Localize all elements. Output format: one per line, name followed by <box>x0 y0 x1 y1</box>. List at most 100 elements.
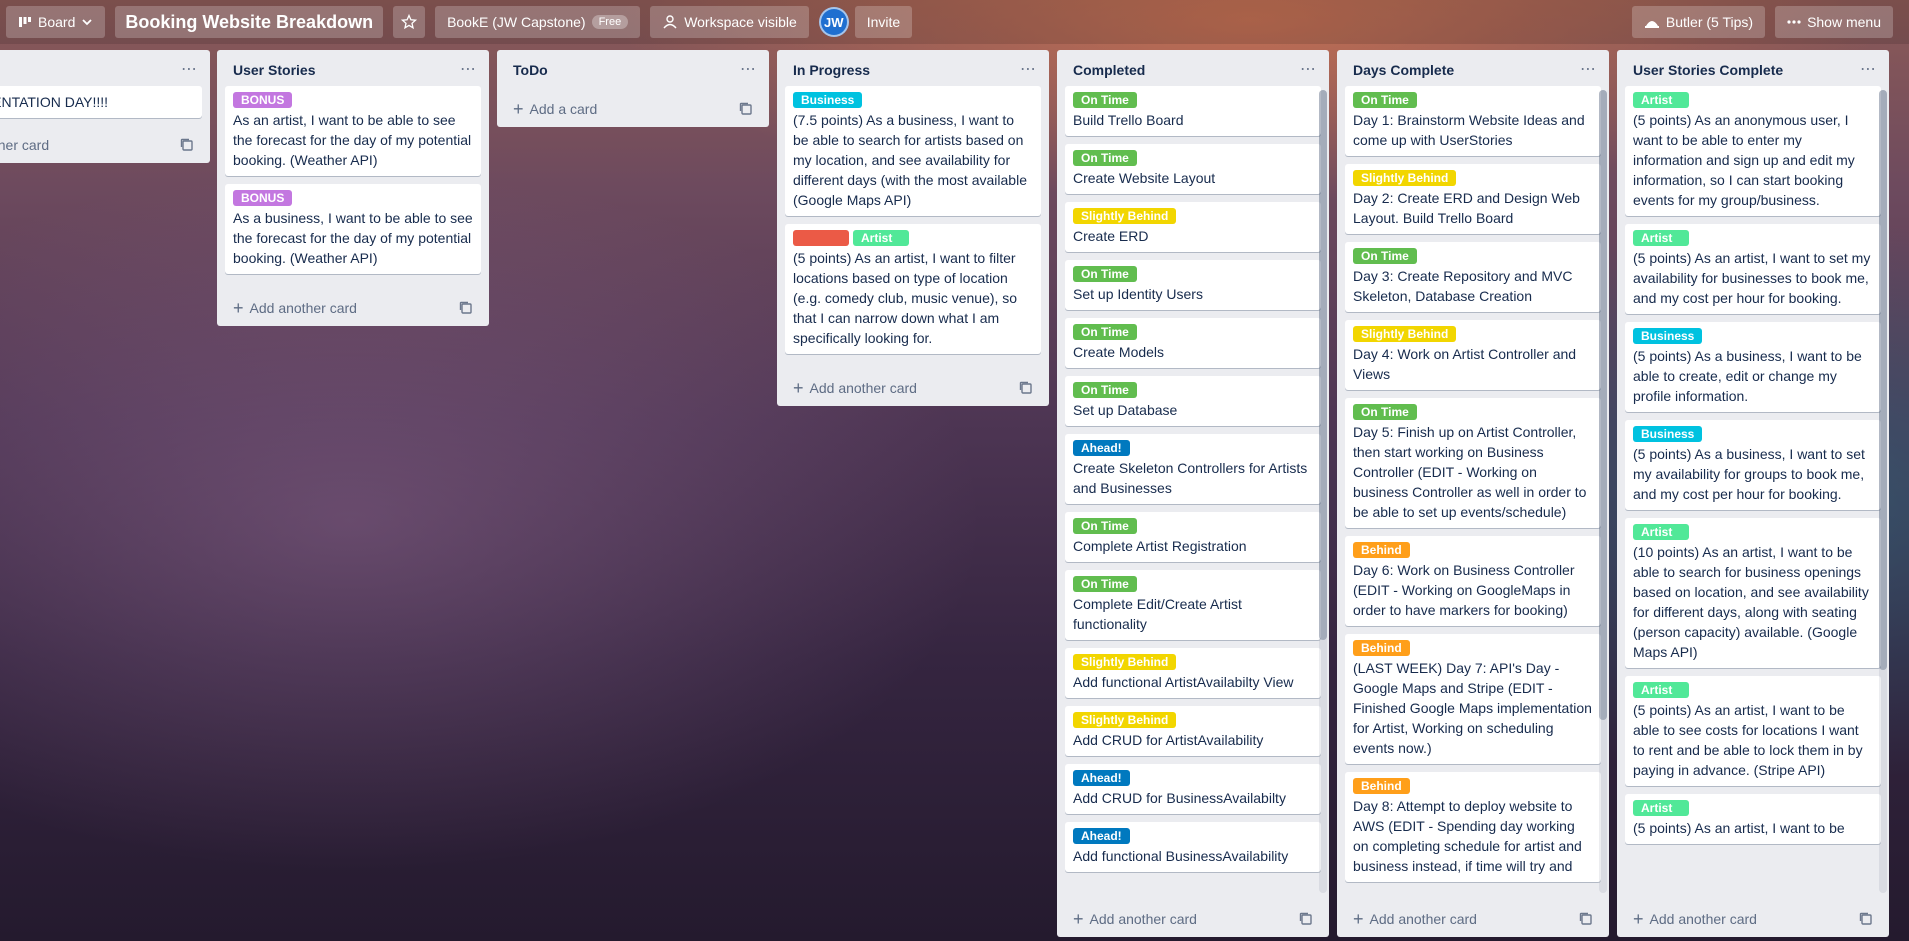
invite-button[interactable]: Invite <box>854 6 913 38</box>
add-card-button[interactable]: + Add another card <box>793 379 917 397</box>
show-menu-button[interactable]: Show menu <box>1775 6 1893 38</box>
card-label[interactable]: On Time <box>1073 150 1137 166</box>
card-template-icon[interactable] <box>1019 381 1033 395</box>
card-label[interactable]: Business <box>793 92 863 108</box>
card[interactable]: Slightly Behind Add functional ArtistAvai… <box>1065 648 1321 698</box>
list-scrollbar[interactable] <box>1879 90 1887 893</box>
card[interactable]: Behind Day 8: Attempt to deploy website t… <box>1345 772 1601 882</box>
card[interactable]: Slightly Behind Create ERD <box>1065 202 1321 252</box>
list-menu-icon[interactable]: ⋯ <box>740 61 757 78</box>
add-card-button[interactable]: + Add another card <box>1073 910 1197 928</box>
list-scrollbar[interactable] <box>1319 90 1327 893</box>
list-header[interactable]: Days Complete ⋯ <box>1337 50 1609 86</box>
card[interactable]: Ahead! Add CRUD for BusinessAvailabilty <box>1065 764 1321 814</box>
card-template-icon[interactable] <box>1299 912 1313 926</box>
butler-button[interactable]: Butler (5 Tips) <box>1631 6 1766 38</box>
list-title[interactable]: Days Complete <box>1353 62 1454 78</box>
card-label[interactable]: On Time <box>1073 266 1137 282</box>
card-label[interactable]: Business <box>1633 328 1703 344</box>
card-template-icon[interactable] <box>180 138 194 152</box>
card[interactable]: On Time Complete Artist Registration <box>1065 512 1321 562</box>
card-label[interactable]: Slightly Behind <box>1353 170 1457 186</box>
avatar[interactable]: JW <box>818 7 849 37</box>
list-menu-icon[interactable]: ⋯ <box>460 61 477 78</box>
list-title[interactable]: ToDo <box>513 62 548 78</box>
card[interactable]: Artist (5 points) As an artist, I want to… <box>1625 676 1881 786</box>
card-label[interactable]: Business <box>1633 426 1703 442</box>
card[interactable]: Business (7.5 points) As a business, I wa… <box>785 86 1041 216</box>
card-label[interactable]: On Time <box>1073 92 1137 108</box>
card[interactable]: Artist (5 points) As an artist, I want to… <box>1625 224 1881 314</box>
add-card-button[interactable]: +another card <box>0 137 49 153</box>
card-label[interactable] <box>793 230 849 246</box>
card-label[interactable]: Slightly Behind <box>1073 654 1177 670</box>
add-card-button[interactable]: + Add another card <box>1353 910 1477 928</box>
card-label[interactable]: Behind <box>1353 640 1410 656</box>
card[interactable]: Business (5 points) As a business, I want… <box>1625 420 1881 510</box>
list-menu-icon[interactable]: ⋯ <box>1300 61 1317 78</box>
card-label[interactable]: On Time <box>1073 518 1137 534</box>
card-label[interactable]: BONUS <box>233 190 293 206</box>
card[interactable]: Artist (5 points) As an anonymous user, I… <box>1625 86 1881 216</box>
card[interactable]: Artist (5 points) As an artist, I want to… <box>1625 794 1881 844</box>
card-template-icon[interactable] <box>1859 912 1873 926</box>
card-label[interactable]: BONUS <box>233 92 293 108</box>
card-template-icon[interactable] <box>739 102 753 116</box>
add-card-button[interactable]: + Add another card <box>1633 910 1757 928</box>
card[interactable]: Slightly Behind Day 2: Create ERD and Des… <box>1345 164 1601 234</box>
card[interactable]: Artist (5 points) As an artist, I want to… <box>785 224 1041 354</box>
card-label[interactable]: Artist <box>853 230 909 246</box>
card[interactable]: Business (5 points) As a business, I want… <box>1625 322 1881 412</box>
workspace-button[interactable]: BookE (JW Capstone) Free <box>435 6 641 38</box>
card[interactable]: BONUS As a business, I want to be able to… <box>225 184 481 274</box>
card-label[interactable]: Ahead! <box>1073 828 1130 844</box>
card-label[interactable]: Artist <box>1633 800 1689 816</box>
star-button[interactable] <box>393 6 426 38</box>
card-label[interactable]: Artist <box>1633 230 1689 246</box>
card[interactable]: On Time Build Trello Board <box>1065 86 1321 136</box>
list-menu-icon[interactable]: ⋯ <box>1580 61 1597 78</box>
card-template-icon[interactable] <box>459 301 473 315</box>
list-header[interactable]: le⋯ <box>0 50 210 86</box>
list-scrollbar-thumb[interactable] <box>1879 90 1887 670</box>
card-label[interactable]: Artist <box>1633 524 1689 540</box>
card-label[interactable]: On Time <box>1353 92 1417 108</box>
add-card-button[interactable]: + Add another card <box>233 299 357 317</box>
list-title[interactable]: User Stories Complete <box>1633 62 1783 78</box>
card[interactable]: On Time Set up Identity Users <box>1065 260 1321 310</box>
card[interactable]: On Time Day 1: Brainstorm Website Ideas a… <box>1345 86 1601 156</box>
card-label[interactable]: Ahead! <box>1073 440 1130 456</box>
card[interactable]: BONUS As an artist, I want to be able to … <box>225 86 481 176</box>
card-label[interactable]: On Time <box>1073 382 1137 398</box>
visibility-button[interactable]: Workspace visible <box>650 6 809 38</box>
card[interactable]: On Time Set up Database <box>1065 376 1321 426</box>
card[interactable]: Ahead! Create Skeleton Controllers for Ar… <box>1065 434 1321 504</box>
card-label[interactable]: On Time <box>1073 324 1137 340</box>
card[interactable]: Behind (LAST WEEK) Day 7: API's Day - Goo… <box>1345 634 1601 764</box>
list-menu-icon[interactable]: ⋯ <box>181 61 198 78</box>
list-header[interactable]: Completed ⋯ <box>1057 50 1329 86</box>
card[interactable]: On Time Create Models <box>1065 318 1321 368</box>
card-label[interactable]: Slightly Behind <box>1353 326 1457 342</box>
board-title[interactable]: Booking Website Breakdown <box>115 6 384 38</box>
card-template-icon[interactable] <box>1579 912 1593 926</box>
list-title[interactable]: User Stories <box>233 62 315 78</box>
card[interactable]: On Time Complete Edit/Create Artist funct… <box>1065 570 1321 640</box>
list-menu-icon[interactable]: ⋯ <box>1860 61 1877 78</box>
list-title[interactable]: In Progress <box>793 62 870 78</box>
card-label[interactable]: On Time <box>1353 248 1417 264</box>
card-label[interactable]: Slightly Behind <box>1073 208 1177 224</box>
card-label[interactable]: Slightly Behind <box>1073 712 1177 728</box>
card[interactable]: PRESENTATION DAY!!!! <box>0 86 202 118</box>
add-card-button[interactable]: + Add a card <box>513 100 597 118</box>
card[interactable]: Artist (10 points) As an artist, I want t… <box>1625 518 1881 668</box>
card-label[interactable]: Artist <box>1633 92 1689 108</box>
board-view-switcher[interactable]: Board <box>6 6 106 38</box>
list-scrollbar-thumb[interactable] <box>1319 90 1327 640</box>
card-label[interactable]: Ahead! <box>1073 770 1130 786</box>
card-label[interactable]: On Time <box>1073 576 1137 592</box>
card-label[interactable]: Artist <box>1633 682 1689 698</box>
list-title[interactable]: Completed <box>1073 62 1145 78</box>
list-menu-icon[interactable]: ⋯ <box>1020 61 1037 78</box>
list-header[interactable]: User Stories Complete ⋯ <box>1617 50 1889 86</box>
